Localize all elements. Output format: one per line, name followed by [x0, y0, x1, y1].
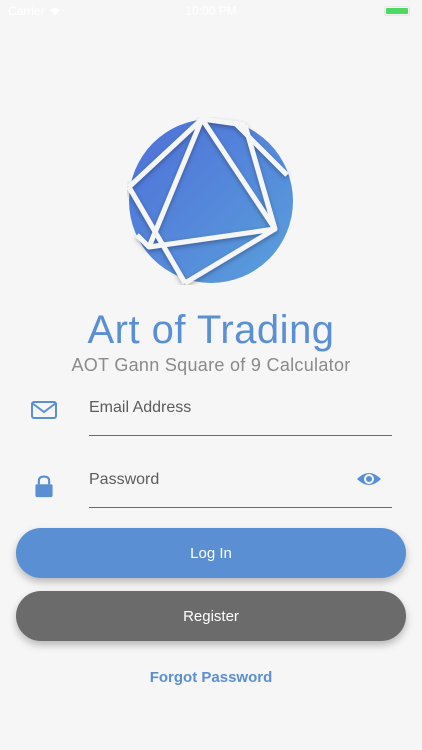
app-subtitle: AOT Gann Square of 9 Calculator	[71, 355, 351, 375]
app-title: Art of Trading	[87, 308, 335, 352]
password-underline	[89, 507, 392, 508]
forgot-password-link[interactable]: Forgot Password	[0, 669, 422, 686]
login-button[interactable]: Log In	[16, 528, 406, 578]
email-input[interactable]	[89, 390, 352, 426]
register-button[interactable]: Register	[16, 591, 406, 641]
status-time: 10:00 PM	[185, 4, 237, 18]
password-field	[28, 462, 392, 508]
app-logo	[127, 117, 293, 285]
status-bar: Carrier 10:00 PM	[0, 0, 422, 22]
email-underline	[89, 435, 392, 436]
battery-icon	[384, 6, 410, 16]
login-screen: Carrier 10:00 PM Art of Trading AOT Gann…	[0, 0, 422, 750]
email-field	[28, 390, 392, 436]
envelope-icon	[31, 401, 57, 419]
password-input[interactable]	[89, 462, 352, 498]
lock-icon	[35, 475, 53, 498]
eye-icon[interactable]	[356, 468, 382, 490]
